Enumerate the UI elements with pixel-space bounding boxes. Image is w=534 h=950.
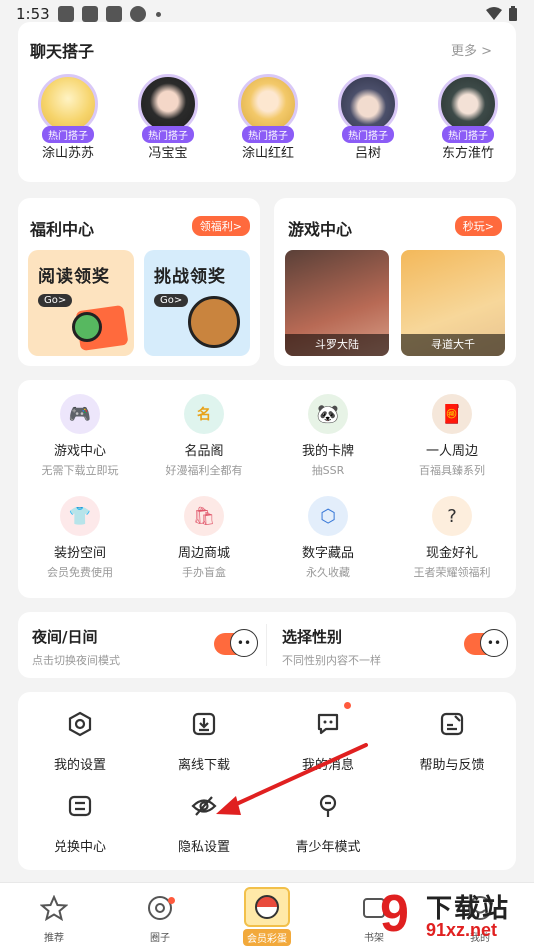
nav-circle[interactable]: 圈子 — [120, 895, 200, 944]
nav-member-egg[interactable]: 会员彩蛋 — [227, 887, 307, 946]
unread-dot — [168, 897, 175, 904]
star-icon — [39, 894, 69, 922]
watermark-logo: 9 下载站 91xz.net — [380, 884, 530, 946]
nav-recommend[interactable]: 推荐 — [14, 894, 94, 944]
egg-icon — [244, 887, 290, 927]
nav-label: 会员彩蛋 — [243, 929, 291, 946]
annotation-arrow — [216, 743, 368, 815]
nav-label: 推荐 — [44, 933, 64, 944]
watermark-url: 91xz.net — [426, 920, 498, 940]
nav-label: 圈子 — [150, 933, 170, 944]
watermark-mark: 9 — [380, 885, 409, 943]
